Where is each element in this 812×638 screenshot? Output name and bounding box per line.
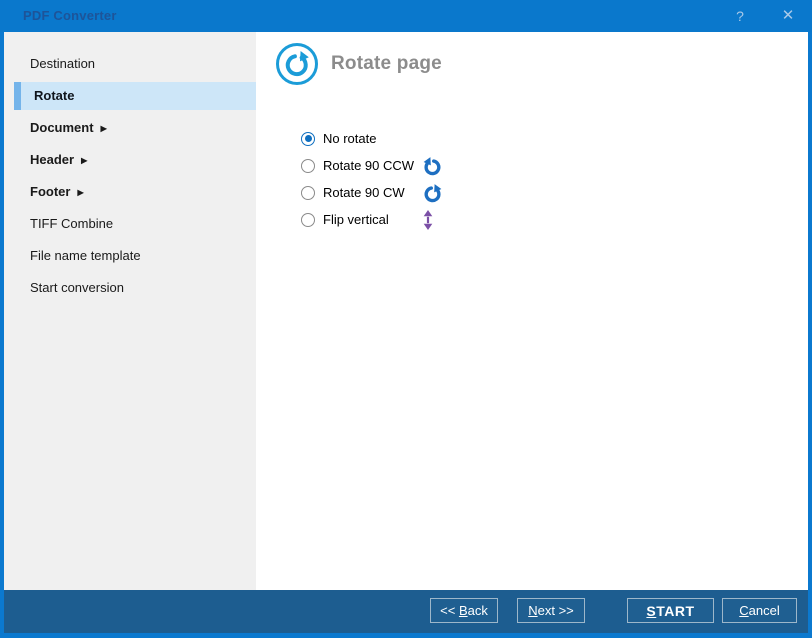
flip-vertical-icon (423, 210, 433, 230)
radio-option-rotate-90-ccw[interactable]: Rotate 90 CCW (301, 152, 521, 179)
footer-bar: << Back Next >> START Cancel (4, 590, 808, 633)
radio-no-rotate[interactable] (301, 132, 315, 146)
page-title: Rotate page (331, 53, 442, 75)
sidebar-item-label: Start conversion (30, 280, 124, 295)
submenu-arrow-icon: ▶ (81, 156, 87, 165)
radio-rotate-90-cw[interactable] (301, 186, 315, 200)
radio-flip-vertical[interactable] (301, 213, 315, 227)
radio-rotate-90-ccw[interactable] (301, 159, 315, 173)
radio-option-flip-vertical[interactable]: Flip vertical (301, 206, 521, 233)
cancel-button[interactable]: Cancel (722, 598, 797, 623)
sidebar-item-label: Header (30, 152, 74, 167)
radio-option-no-rotate[interactable]: No rotate (301, 125, 521, 152)
sidebar-item-rotate[interactable]: Rotate (14, 82, 256, 110)
back-button[interactable]: << Back (430, 598, 498, 623)
sidebar-item-start-conversion[interactable]: Start conversion (4, 272, 256, 304)
rotate-cw-circle-icon (275, 42, 319, 86)
radio-option-rotate-90-cw[interactable]: Rotate 90 CW (301, 179, 521, 206)
sidebar: Destination Rotate Document ▶ Header ▶ Foo… (4, 32, 256, 590)
app-window: PDF Converter ? ✕ Destination Rotate Doc… (0, 0, 812, 638)
sidebar-item-file-name-template[interactable]: File name template (4, 240, 256, 272)
help-button[interactable]: ? (731, 0, 749, 32)
sidebar-item-label: Document (30, 120, 94, 135)
sidebar-item-label: TIFF Combine (30, 216, 113, 231)
radio-label: Rotate 90 CCW (323, 158, 414, 173)
radio-label: Flip vertical (323, 212, 389, 227)
start-button[interactable]: START (627, 598, 714, 623)
rotate-options-group: No rotate Rotate 90 CCW (301, 125, 521, 233)
sidebar-item-label: Destination (30, 56, 95, 71)
submenu-arrow-icon: ▶ (77, 188, 83, 197)
sidebar-item-destination[interactable]: Destination (4, 48, 256, 80)
page-header: Rotate page (275, 43, 808, 85)
radio-label: No rotate (323, 131, 376, 146)
rotate-cw-icon (423, 183, 442, 202)
next-button[interactable]: Next >> (517, 598, 585, 623)
sidebar-item-header[interactable]: Header ▶ (4, 144, 256, 176)
sidebar-item-footer[interactable]: Footer ▶ (4, 176, 256, 208)
close-button[interactable]: ✕ (776, 0, 800, 32)
sidebar-item-label: File name template (30, 248, 141, 263)
submenu-arrow-icon: ▶ (101, 124, 107, 133)
sidebar-item-label: Rotate (34, 88, 74, 103)
main-panel: Rotate page No rotate Rotate 90 CCW (256, 32, 808, 590)
window-title: PDF Converter (23, 0, 117, 32)
rotate-ccw-icon (423, 156, 442, 175)
title-bar: PDF Converter ? ✕ (0, 0, 812, 32)
radio-label: Rotate 90 CW (323, 185, 405, 200)
sidebar-item-tiff-combine[interactable]: TIFF Combine (4, 208, 256, 240)
window-body: Destination Rotate Document ▶ Header ▶ Foo… (4, 32, 808, 590)
sidebar-item-label: Footer (30, 184, 70, 199)
sidebar-item-document[interactable]: Document ▶ (4, 112, 256, 144)
